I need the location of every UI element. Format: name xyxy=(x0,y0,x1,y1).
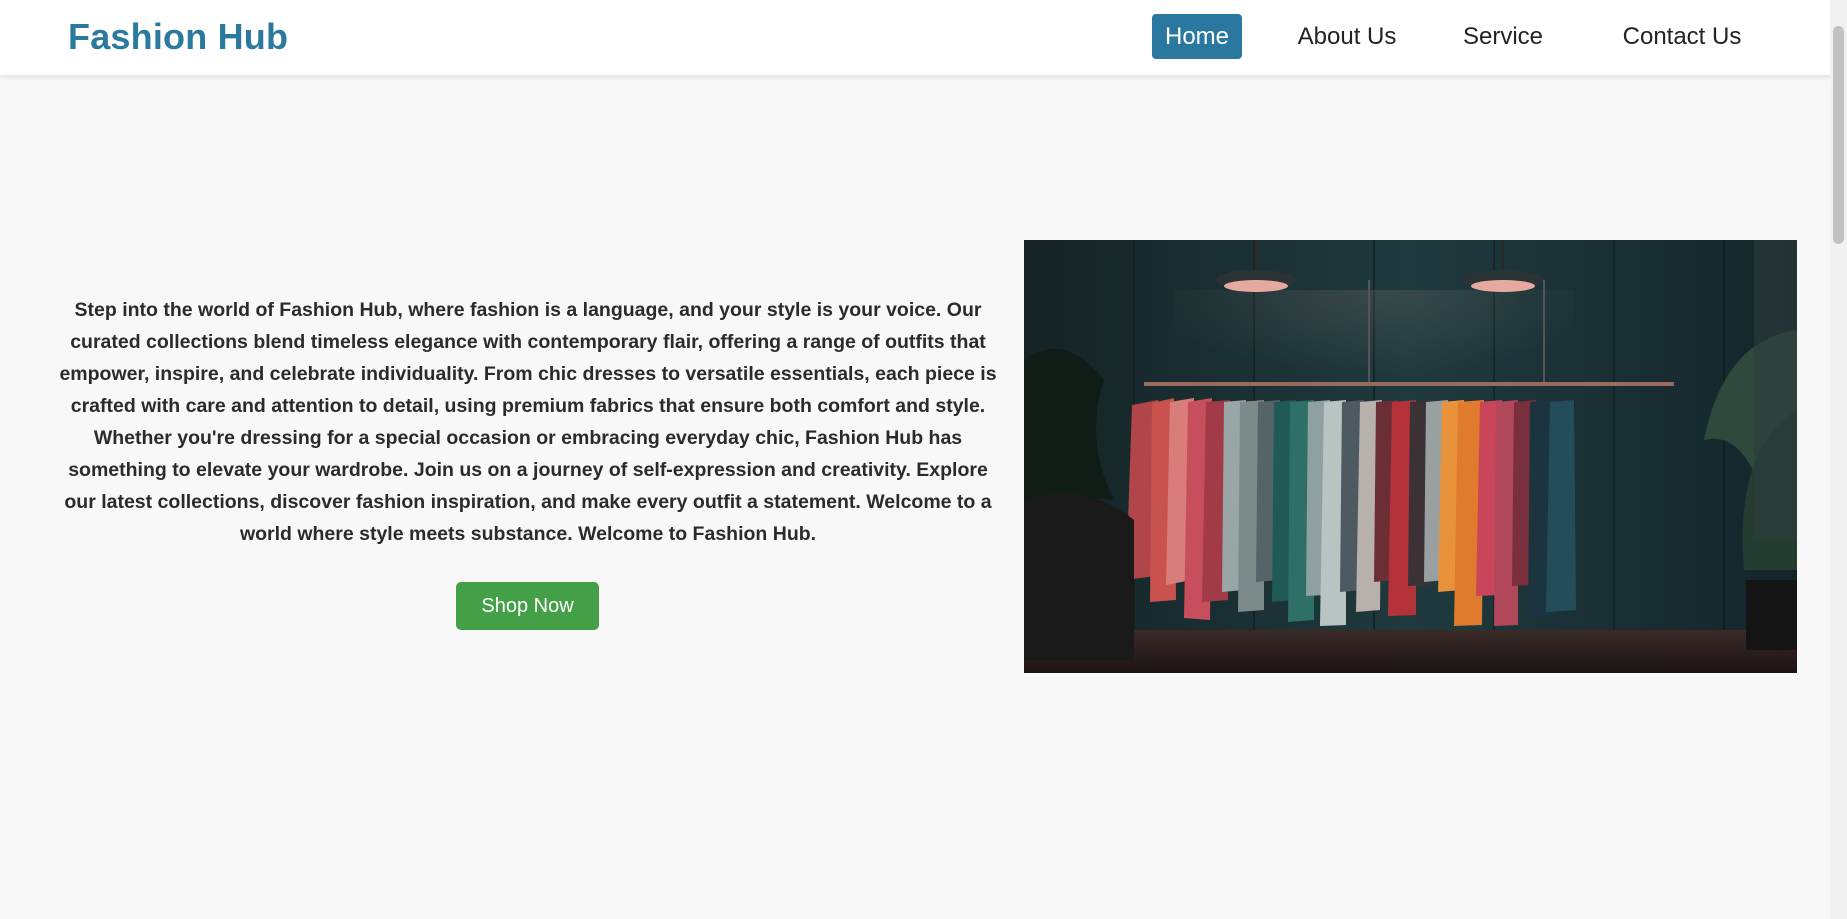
scrollbar-thumb[interactable] xyxy=(1833,26,1844,244)
nav-contact-us[interactable]: Contact Us xyxy=(1606,14,1758,59)
page-scrollbar[interactable] xyxy=(1830,0,1847,919)
nav-service[interactable]: Service xyxy=(1456,14,1550,59)
site-header: Fashion Hub Home About Us Service Contac… xyxy=(0,0,1847,76)
hero-image-clothing-rack xyxy=(1024,240,1797,673)
hero-description: Step into the world of Fashion Hub, wher… xyxy=(59,299,997,545)
main-nav: Home About Us Service Contact Us xyxy=(0,14,1847,60)
nav-about-us[interactable]: About Us xyxy=(1290,14,1404,59)
nav-home[interactable]: Home xyxy=(1152,14,1242,59)
shop-now-button[interactable]: Shop Now xyxy=(456,582,599,630)
